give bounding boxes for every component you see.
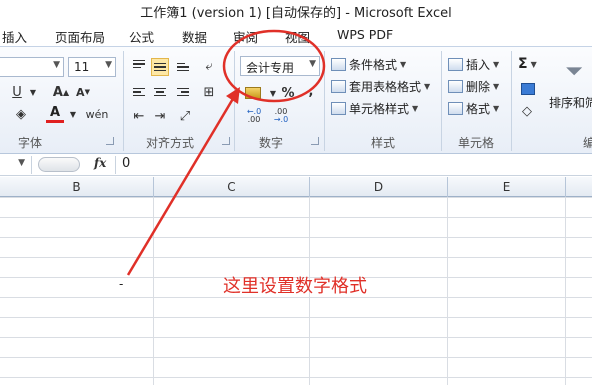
autosum-button[interactable]: Σ ▼ <box>518 54 537 74</box>
align-middle-icon[interactable] <box>151 58 169 76</box>
cell-styles-icon <box>331 101 346 115</box>
group-divider <box>441 51 442 151</box>
styles-group-label: 样式 <box>371 136 396 150</box>
decrease-decimal-icon[interactable]: .00 →.0 <box>270 107 292 125</box>
font-color-icon[interactable]: A <box>46 105 64 123</box>
title-bar: 工作簿1 (version 1) [自动保存的] - Microsoft Exc… <box>0 0 592 22</box>
formula-bar: ▼ fx 0 <box>0 154 592 176</box>
group-divider <box>234 51 235 151</box>
chevron-down-icon[interactable]: ▼ <box>64 105 82 123</box>
name-box[interactable]: ▼ <box>0 156 32 174</box>
column-header-d[interactable]: D <box>310 177 448 197</box>
column-headers: B C D E <box>0 177 592 197</box>
annotation-text: 这里设置数字格式 <box>223 276 367 297</box>
chevron-down-icon[interactable]: ▼ <box>24 83 42 101</box>
grid-line <box>565 197 566 385</box>
tab-page-layout[interactable]: 页面布局 <box>55 27 105 46</box>
cell-value[interactable]: - <box>119 277 123 291</box>
grid-line <box>447 197 448 385</box>
column-header-b[interactable]: B <box>0 177 154 197</box>
tab-view[interactable]: 视图 <box>285 27 310 46</box>
increase-decimal-icon[interactable]: ←.0.00 <box>243 107 265 125</box>
insert-cells-icon <box>448 57 463 71</box>
fill-color-icon[interactable]: ◈ <box>12 105 30 123</box>
align-bottom-icon[interactable] <box>174 58 192 76</box>
chevron-down-icon: ▼ <box>105 60 112 70</box>
align-center-icon[interactable] <box>151 83 169 101</box>
font-size-combo[interactable]: 11 ▼ <box>68 57 116 77</box>
font-dialog-launcher-icon[interactable] <box>106 137 114 145</box>
cells-group-label: 单元格 <box>458 136 495 150</box>
number-format-combo[interactable]: 会计专用 ▼ <box>240 56 320 76</box>
formula-divider <box>115 156 116 174</box>
font-size-value: 11 <box>74 60 90 74</box>
formula-bar-resize-handle[interactable] <box>38 157 80 172</box>
chevron-down-icon: ▼ <box>493 59 500 69</box>
percent-style-button[interactable]: % <box>279 84 297 102</box>
shrink-font-icon[interactable]: A ▼ <box>74 83 92 101</box>
chevron-down-icon: ▼ <box>493 81 500 91</box>
delete-cells-icon <box>448 79 463 93</box>
chevron-down-icon: ▼ <box>412 103 419 113</box>
format-cells-icon <box>448 101 463 115</box>
font-group-label: 字体 <box>18 136 43 150</box>
chevron-down-icon: ▼ <box>530 59 537 69</box>
tab-formulas[interactable]: 公式 <box>129 27 154 46</box>
column-header-e[interactable]: E <box>448 177 566 197</box>
column-header-c[interactable]: C <box>154 177 310 197</box>
chevron-down-icon: ▼ <box>400 59 407 69</box>
align-left-icon[interactable] <box>130 83 148 101</box>
group-divider <box>511 51 512 151</box>
align-right-icon[interactable] <box>174 83 192 101</box>
chevron-down-icon: ▼ <box>493 103 500 113</box>
chevron-down-icon: ▼ <box>53 60 60 70</box>
number-group-label: 数字 <box>259 136 284 150</box>
table-format-button[interactable]: 套用表格格式 ▼ <box>331 76 430 96</box>
comma-style-button[interactable]: , <box>302 82 320 100</box>
delete-cells-button[interactable]: 删除 ▼ <box>448 76 499 96</box>
chevron-down-icon: ▼ <box>424 81 431 91</box>
fill-icon[interactable] <box>518 80 538 98</box>
group-divider <box>324 51 325 151</box>
formula-input[interactable]: 0 <box>122 156 587 174</box>
font-name-combo[interactable]: ▼ <box>0 57 64 77</box>
tab-review[interactable]: 审阅 <box>233 27 258 46</box>
tab-insert[interactable]: 插入 <box>2 27 27 46</box>
tab-data[interactable]: 数据 <box>182 27 207 46</box>
chevron-down-icon: ▼ <box>309 59 316 69</box>
number-format-value: 会计专用 <box>246 61 295 75</box>
editing-group-label: 编 <box>583 136 592 150</box>
alignment-group-label: 对齐方式 <box>146 136 195 150</box>
sort-filter-icon[interactable]: ⏷ <box>559 56 589 86</box>
phonetic-icon[interactable]: wén <box>86 105 109 123</box>
conditional-format-button[interactable]: 条件格式 ▼ <box>331 54 406 74</box>
wrap-text-icon[interactable]: ⤶ <box>200 57 218 75</box>
alignment-dialog-launcher-icon[interactable] <box>222 137 230 145</box>
conditional-format-icon <box>331 57 346 71</box>
number-dialog-launcher-icon[interactable] <box>311 137 319 145</box>
cell-styles-button[interactable]: 单元格样式 ▼ <box>331 98 418 118</box>
clear-icon[interactable]: ◇ <box>518 102 536 120</box>
grid-line <box>153 197 154 385</box>
decrease-indent-icon[interactable]: ⇤ <box>130 107 148 125</box>
table-format-icon <box>331 79 346 93</box>
format-cells-button[interactable]: 格式 ▼ <box>448 98 499 118</box>
tab-wps-pdf[interactable]: WPS PDF <box>337 27 393 42</box>
ribbon: ▼ 11 ▼ U ▼ A ▲ A ▼ ◈ A ▼ wén 字体 ⤶ ⊞ ⇤ ⇥ ⤢ … <box>0 46 592 154</box>
ribbon-tabs: 插入 页面布局 公式 数据 审阅 视图 WPS PDF <box>0 22 592 46</box>
currency-format-icon[interactable] <box>243 84 263 102</box>
insert-function-icon[interactable]: fx <box>94 156 106 170</box>
orientation-icon[interactable]: ⤢ <box>176 107 194 125</box>
chevron-down-icon: ▼ <box>18 158 25 168</box>
increase-indent-icon[interactable]: ⇥ <box>151 107 169 125</box>
insert-cells-button[interactable]: 插入 ▼ <box>448 54 499 74</box>
align-top-icon[interactable] <box>130 55 148 73</box>
window-title: 工作簿1 (version 1) [自动保存的] - Microsoft Exc… <box>140 6 452 21</box>
merge-center-icon[interactable]: ⊞ <box>200 83 218 101</box>
grow-font-icon[interactable]: A ▲ <box>52 83 70 101</box>
group-divider <box>123 51 124 151</box>
sort-filter-label[interactable]: 排序和筛 <box>549 92 592 112</box>
